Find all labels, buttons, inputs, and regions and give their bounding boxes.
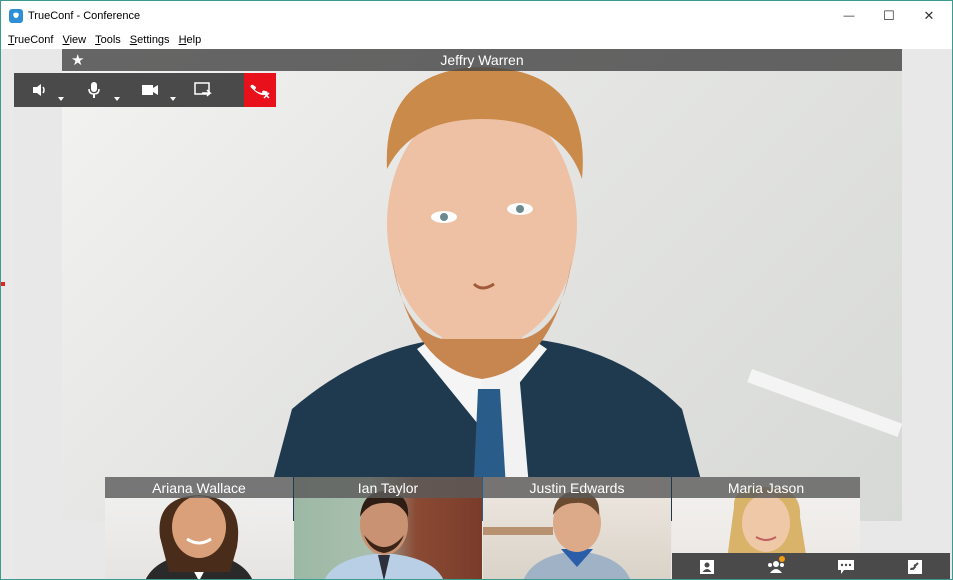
menu-trueconf[interactable]: TrueConf — [8, 34, 53, 46]
call-button[interactable] — [900, 553, 930, 579]
close-button[interactable]: ✕ — [908, 1, 950, 31]
participant-name: Ian Taylor — [294, 477, 482, 498]
minimize-icon: — — [843, 10, 855, 22]
favorite-star-icon[interactable]: ★ — [71, 51, 84, 69]
participant-name: Justin Edwards — [483, 477, 671, 498]
window-title: TrueConf - Conference — [28, 10, 141, 22]
camera-button[interactable] — [122, 73, 178, 107]
participant-tile[interactable]: Ian Taylor — [294, 477, 482, 579]
conference-stage: ★ Jeffry Warren Ariana Wallace Ian Taylo… — [14, 49, 950, 579]
contacts-icon — [699, 560, 714, 574]
window-edge-marker — [1, 282, 5, 286]
camera-dropdown-caret-icon[interactable] — [170, 97, 176, 101]
app-window: TrueConf - Conference — ☐ ✕ TrueConf Vie… — [0, 0, 953, 580]
chat-icon — [837, 560, 854, 574]
main-speaker-name: Jeffry Warren — [440, 52, 524, 68]
share-screen-icon — [194, 82, 212, 97]
speaker-video-image — [262, 67, 902, 521]
trueconf-logo-icon — [9, 9, 23, 23]
menu-help[interactable]: Help — [179, 34, 202, 46]
hang-up-icon — [250, 84, 270, 99]
menu-settings[interactable]: Settings — [130, 34, 170, 46]
call-icon — [908, 560, 923, 574]
microphone-icon — [88, 82, 100, 98]
maximize-icon: ☐ — [883, 8, 895, 23]
microphone-button[interactable] — [66, 73, 122, 107]
participant-tile[interactable]: Ariana Wallace — [105, 477, 293, 579]
chat-button[interactable] — [831, 553, 861, 579]
close-icon: ✕ — [923, 8, 935, 23]
menu-tools[interactable]: Tools — [95, 34, 121, 46]
camera-icon — [142, 85, 158, 95]
participant-tile[interactable]: Justin Edwards — [483, 477, 671, 579]
speaker-button[interactable] — [14, 73, 66, 107]
call-toolbar — [14, 73, 276, 107]
minimize-button[interactable]: — — [828, 1, 870, 31]
main-video[interactable]: ★ Jeffry Warren — [62, 49, 902, 521]
menu-bar: TrueConf View Tools Settings Help — [1, 31, 952, 49]
main-speaker-header: ★ Jeffry Warren — [62, 49, 902, 71]
participant-name: Maria Jason — [672, 477, 860, 498]
microphone-dropdown-caret-icon[interactable] — [114, 97, 120, 101]
participant-name: Ariana Wallace — [105, 477, 293, 498]
participants-icon — [768, 561, 785, 573]
contacts-button[interactable] — [692, 553, 722, 579]
hang-up-button[interactable] — [244, 73, 276, 107]
speaker-dropdown-caret-icon[interactable] — [58, 97, 64, 101]
share-screen-button[interactable] — [178, 73, 228, 107]
maximize-button[interactable]: ☐ — [868, 1, 910, 31]
title-bar: TrueConf - Conference — ☐ ✕ — [1, 1, 952, 31]
bottom-action-bar — [672, 553, 950, 579]
menu-view[interactable]: View — [62, 34, 86, 46]
speaker-icon — [33, 84, 45, 96]
participants-button[interactable] — [761, 553, 791, 579]
